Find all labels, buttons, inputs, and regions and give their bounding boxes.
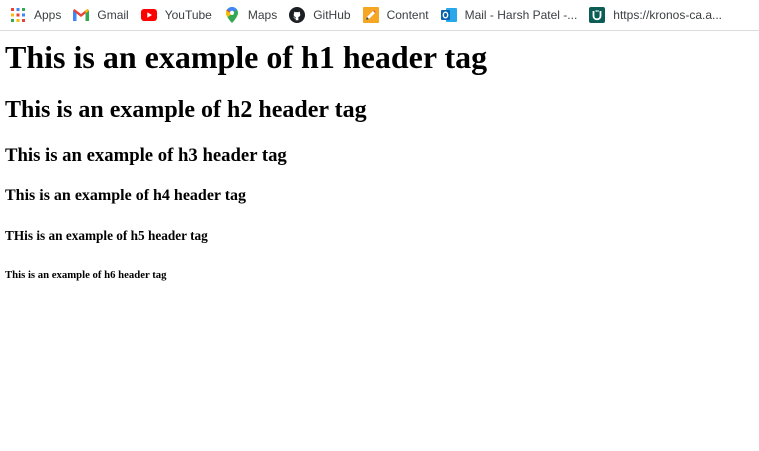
bookmark-mail[interactable]: Mail - Harsh Patel -... [435,3,584,27]
pencil-icon [362,7,379,23]
h1-heading: This is an example of h1 header tag [5,39,488,75]
bookmark-youtube-label: YouTube [164,8,212,22]
bookmark-content-label: Content [386,8,429,22]
bookmark-mail-label: Mail - Harsh Patel -... [464,8,578,22]
h3-heading: This is an example of h3 header tag [5,145,287,166]
maps-pin-icon [224,7,240,23]
bookmark-youtube[interactable]: YouTube [135,3,218,27]
bookmark-kronos[interactable]: https://kronos-ca.a... [583,3,728,27]
bookmark-kronos-label: https://kronos-ca.a... [613,8,723,22]
bookmarks-bar: Apps Gmail YouTube Maps GitHub Content M… [0,0,759,31]
youtube-icon [140,7,157,23]
github-icon [289,7,306,23]
bookmark-content[interactable]: Content [357,3,435,27]
bookmark-maps-label: Maps [247,8,278,22]
apps-grid-icon [10,7,26,23]
h5-heading: THis is an example of h5 header tag [5,228,208,243]
h4-heading: This is an example of h4 header tag [5,187,247,204]
bookmark-apps[interactable]: Apps [4,3,67,27]
h6-heading: This is an example of h6 header tag [5,269,167,281]
bookmark-maps[interactable]: Maps [218,3,283,27]
bookmark-gmail-label: Gmail [97,8,129,22]
bookmark-github[interactable]: GitHub [283,3,356,27]
outlook-icon [440,7,457,23]
bookmark-github-label: GitHub [313,8,351,22]
h2-heading: This is an example of h2 header tag [5,97,367,123]
bookmark-gmail[interactable]: Gmail [67,3,134,27]
kronos-icon [589,7,606,23]
gmail-icon [73,7,90,23]
bookmark-apps-label: Apps [34,8,62,22]
